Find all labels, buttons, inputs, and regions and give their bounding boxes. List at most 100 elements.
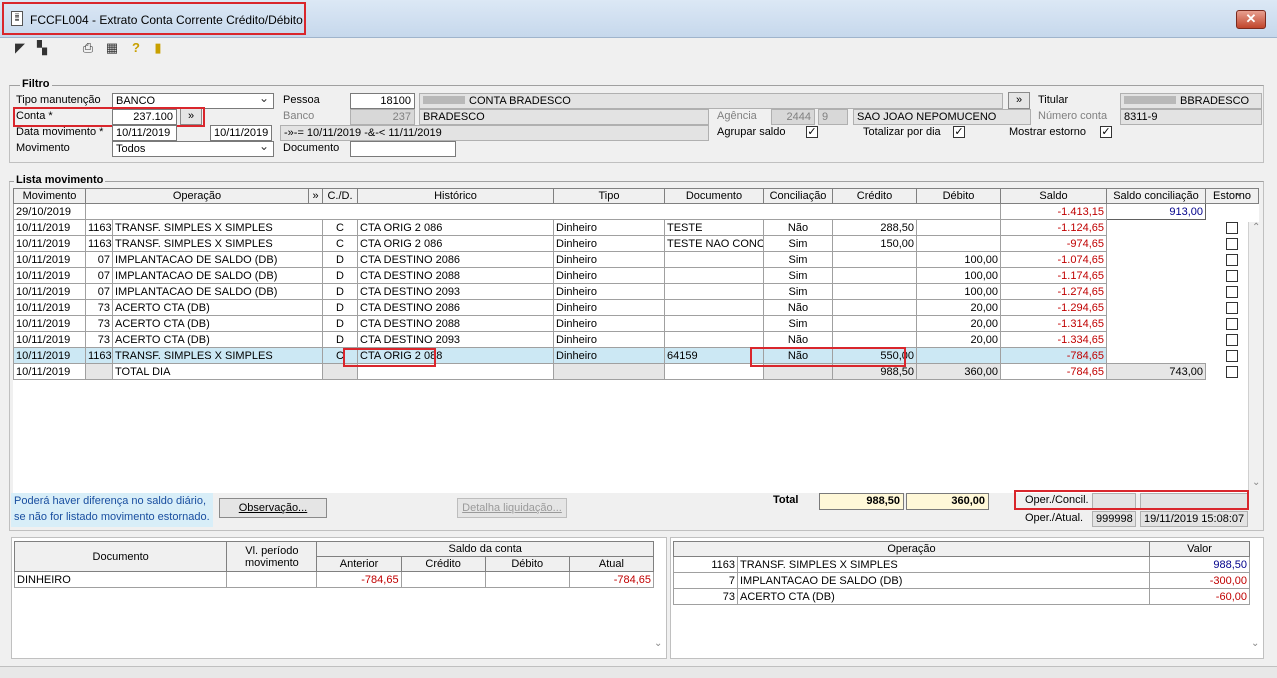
table-row[interactable]: 10/11/2019 1163 TRANSF. SIMPLES X SIMPLES C… (13, 235, 1259, 252)
estorno-checkbox[interactable] (1226, 301, 1238, 314)
col-tipo[interactable]: Tipo (553, 188, 665, 204)
col-estorno[interactable]: Estorno (1205, 188, 1259, 204)
estorno-checkbox[interactable] (1226, 221, 1238, 234)
cell-saldo: -784,65 (1000, 347, 1107, 364)
documento-input[interactable] (350, 141, 456, 157)
cell-debito: 20,00 (916, 299, 1001, 316)
back-icon[interactable]: ◤ (12, 40, 28, 56)
observacao-button[interactable]: Observação... (219, 498, 327, 518)
col-saldo-conciliacao[interactable]: Saldo conciliação (1106, 188, 1206, 204)
scroll-down-icon[interactable]: ⌄ (654, 638, 662, 649)
table-row[interactable]: DINHEIRO -784,65 -784,65 (13, 571, 655, 588)
movimento-select[interactable]: Todos (112, 141, 274, 157)
table-row[interactable]: 10/11/2019 73 ACERTO CTA (DB) D CTA DESTINO … (13, 299, 1259, 316)
cell-documento: 64159 (664, 347, 764, 364)
estorno-checkbox[interactable] (1226, 317, 1238, 330)
col-anterior[interactable]: Anterior (316, 556, 402, 572)
table-row[interactable]: 10/11/2019 07 IMPLANTACAO DE SALDO (DB) D CT… (13, 267, 1259, 284)
table-row[interactable]: 10/11/2019 1163 TRANSF. SIMPLES X SIMPLES C… (13, 347, 1259, 364)
estorno-checkbox[interactable] (1226, 237, 1238, 250)
col-conciliacao[interactable]: Conciliação (763, 188, 833, 204)
totalizar-checkbox[interactable]: ✓ (953, 126, 965, 138)
agencia-dv-field: 9 (818, 109, 848, 125)
pessoa-lookup-button[interactable]: » (1008, 92, 1030, 109)
total-row[interactable]: 10/11/2019 TOTAL DIA 988,50 360,00 -784,65 74… (13, 363, 1259, 380)
help-icon[interactable]: ? (128, 40, 144, 56)
estorno-checkbox[interactable] (1226, 285, 1238, 298)
detalha-liquidacao-button[interactable]: Detalha liquidação... (457, 498, 567, 518)
table-row[interactable]: 10/11/2019 73 ACERTO CTA (DB) D CTA DESTINO … (13, 315, 1259, 332)
cell-credito (400, 571, 486, 588)
cell-op-code (85, 363, 113, 380)
pessoa-code-input[interactable]: 18100 (350, 93, 415, 109)
exit-icon[interactable]: ▮ (150, 40, 166, 56)
grid-scrollbar[interactable]: ⌃ ⌄ (1248, 222, 1262, 492)
cell-date: 10/11/2019 (13, 363, 86, 380)
agrupar-saldo-checkbox[interactable]: ✓ (806, 126, 818, 138)
close-button[interactable]: ✕ (1236, 10, 1266, 29)
estorno-checkbox[interactable] (1226, 253, 1238, 266)
cell-atual: -784,65 (568, 571, 655, 588)
col-atual[interactable]: Atual (568, 556, 655, 572)
estorno-checkbox[interactable] (1226, 269, 1238, 282)
data-inicio-input[interactable]: 10/11/2019 (112, 125, 177, 141)
cell-date: 10/11/2019 (13, 267, 86, 284)
cell-date: 10/11/2019 (13, 251, 86, 268)
col-more-button[interactable]: » (308, 188, 323, 204)
cell-conciliacao: Sim (763, 251, 833, 268)
scroll-down-icon[interactable]: ⌄ (1251, 638, 1259, 649)
estorno-checkbox[interactable] (1226, 333, 1238, 346)
col-debito[interactable]: Débito (484, 556, 570, 572)
col-historico[interactable]: Histórico (357, 188, 554, 204)
table-row[interactable]: 73 ACERTO CTA (DB) -60,00 (673, 588, 1250, 605)
movimento-grid: Movimento Operação » C./D. Histórico Tip… (13, 188, 1259, 380)
forward-icon[interactable]: ▚ (34, 40, 50, 56)
documento-label: Documento (283, 142, 340, 154)
col-documento[interactable]: Documento (664, 188, 764, 204)
cell-op-code: 07 (85, 251, 113, 268)
cell-historico: CTA DESTINO 2086 (357, 299, 554, 316)
col-documento[interactable]: Documento (13, 541, 228, 572)
estorno-checkbox[interactable] (1226, 365, 1239, 378)
col-operacao[interactable]: Operação (673, 541, 1150, 557)
estorno-checkbox[interactable] (1226, 349, 1238, 362)
table-row[interactable]: 7 IMPLANTACAO DE SALDO (DB) -300,00 (673, 572, 1250, 589)
col-operacao[interactable]: Operação (85, 188, 309, 204)
table-row[interactable]: 1163 TRANSF. SIMPLES X SIMPLES 988,50 (673, 556, 1250, 573)
cell-debito: 100,00 (916, 251, 1001, 268)
table-row[interactable]: 10/11/2019 1163 TRANSF. SIMPLES X SIMPLES C… (13, 219, 1259, 236)
table-row[interactable]: 29/10/2019 -1.413,15 913,00 (13, 203, 1259, 220)
table-row[interactable]: 10/11/2019 73 ACERTO CTA (DB) D CTA DESTINO … (13, 331, 1259, 348)
cell-cd: C (322, 219, 358, 236)
data-fim-input[interactable]: 10/11/2019 (210, 125, 272, 141)
cell-saldo: -974,65 (1000, 235, 1107, 252)
mostrar-estorno-checkbox[interactable]: ✓ (1100, 126, 1112, 138)
saldo-table: Documento Vl. período movimento Saldo da… (13, 541, 655, 588)
pessoa-name: CONTA BRADESCO (469, 95, 571, 107)
cell-documento: TESTE (664, 219, 764, 236)
cell-saldo-conc (1106, 347, 1206, 364)
table-row[interactable]: 10/11/2019 07 IMPLANTACAO DE SALDO (DB) D CT… (13, 283, 1259, 300)
cell-debito: 360,00 (916, 363, 1001, 380)
cell-documento (664, 283, 764, 300)
table-row[interactable]: 10/11/2019 07 IMPLANTACAO DE SALDO (DB) D CT… (13, 251, 1259, 268)
col-cd[interactable]: C./D. (322, 188, 358, 204)
cell-valor: -60,00 (1149, 588, 1250, 605)
note-line-1: Poderá haver diferença no saldo diário, (14, 495, 207, 507)
col-debito[interactable]: Débito (916, 188, 1001, 204)
col-movimento[interactable]: Movimento (13, 188, 86, 204)
print-icon[interactable]: ⎙ (80, 40, 96, 56)
col-credito[interactable]: Crédito (400, 556, 486, 572)
cell-cd: D (322, 331, 358, 348)
scroll-up-icon[interactable]: ⌃ (1252, 222, 1260, 233)
col-valor[interactable]: Valor (1149, 541, 1250, 557)
cell-documento (664, 251, 764, 268)
col-saldo-conta[interactable]: Saldo da conta (316, 541, 654, 557)
agencia-label: Agência (717, 110, 757, 122)
grid-icon[interactable]: ▦ (104, 40, 120, 56)
numero-conta-label: Número conta (1038, 110, 1108, 122)
col-credito[interactable]: Crédito (832, 188, 917, 204)
col-saldo[interactable]: Saldo (1000, 188, 1107, 204)
scroll-down-icon[interactable]: ⌄ (1252, 477, 1260, 488)
col-vl-periodo[interactable]: Vl. período movimento (226, 541, 318, 572)
